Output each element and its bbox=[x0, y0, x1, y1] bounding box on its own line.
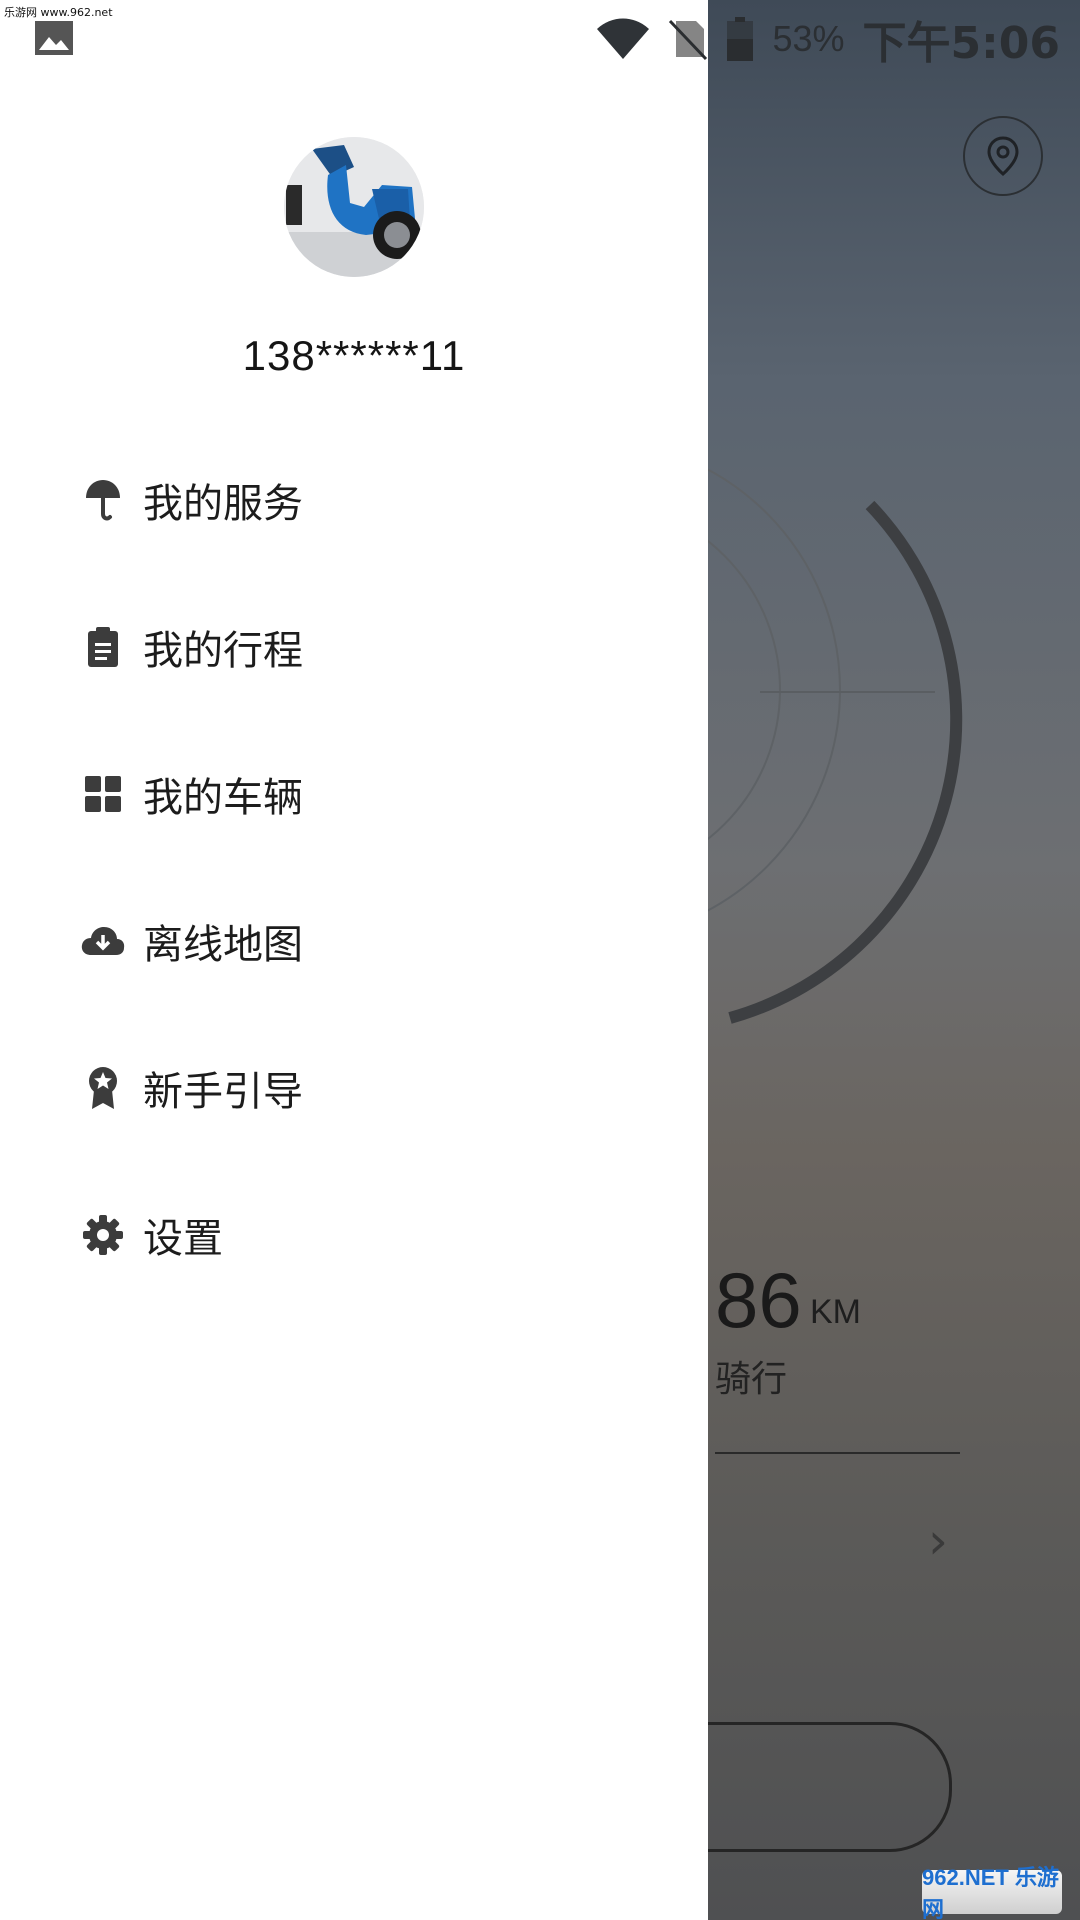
battery-percent: 53% bbox=[772, 18, 845, 59]
badge-icon bbox=[80, 1065, 126, 1111]
menu-item-offline-maps[interactable]: 离线地图 bbox=[0, 881, 708, 1001]
clipboard-icon bbox=[80, 624, 126, 670]
menu-label: 离线地图 bbox=[143, 922, 303, 968]
menu-label: 我的行程 bbox=[143, 628, 303, 674]
chevron-right-icon[interactable]: › bbox=[928, 1512, 948, 1570]
navigation-drawer: 138******11 我的服务 我的行程 我的车辆 离线地图 新手引导 设置 bbox=[0, 0, 708, 1920]
menu-label: 我的车辆 bbox=[143, 775, 303, 821]
ride-label: 骑行 bbox=[715, 1359, 788, 1400]
scooter-avatar-image bbox=[284, 137, 424, 277]
menu-label: 我的服务 bbox=[143, 481, 303, 527]
status-icons: 53% 下午5:06 bbox=[596, 8, 1060, 70]
corner-logo: 962.NET 乐游网 bbox=[922, 1865, 1062, 1920]
menu-label: 设置 bbox=[143, 1216, 223, 1262]
umbrella-icon bbox=[80, 477, 126, 523]
no-sim-icon bbox=[669, 19, 708, 61]
watermark-text: 乐游网 www.962.net bbox=[4, 6, 113, 19]
divider bbox=[715, 1452, 960, 1454]
total-distance-value: 86 bbox=[715, 1256, 802, 1344]
menu-item-my-vehicles[interactable]: 我的车辆 bbox=[0, 734, 708, 854]
screen: 86 KM 骑行 › 乐游网 www.962.net 53% 下午5:06 13… bbox=[0, 0, 1080, 1920]
location-pin-icon bbox=[987, 136, 1019, 176]
user-phone-number: 138******11 bbox=[242, 332, 466, 379]
location-button[interactable] bbox=[963, 116, 1043, 196]
grid-icon bbox=[80, 771, 126, 817]
avatar[interactable] bbox=[284, 137, 424, 277]
menu-item-my-trips[interactable]: 我的行程 bbox=[0, 587, 708, 707]
clock-time: 下午5:06 bbox=[862, 18, 1060, 69]
distance-unit: KM bbox=[810, 1293, 861, 1331]
menu-label: 新手引导 bbox=[143, 1069, 303, 1115]
status-bar: 乐游网 www.962.net 53% 下午5:06 bbox=[0, 0, 1080, 76]
cloud-download-icon bbox=[80, 918, 126, 964]
menu-item-my-services[interactable]: 我的服务 bbox=[0, 440, 708, 560]
gear-icon bbox=[80, 1212, 126, 1258]
wifi-icon bbox=[597, 18, 650, 59]
menu-item-settings[interactable]: 设置 bbox=[0, 1175, 708, 1295]
battery-icon bbox=[727, 17, 754, 61]
gallery-icon bbox=[35, 21, 73, 55]
menu-item-beginner-guide[interactable]: 新手引导 bbox=[0, 1028, 708, 1148]
